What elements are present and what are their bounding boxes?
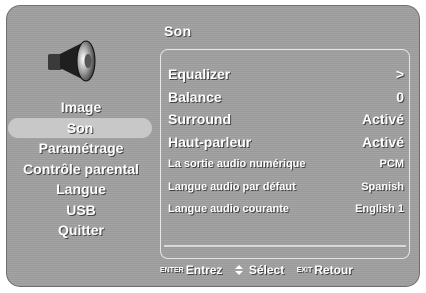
setting-row-digital-audio-out[interactable]: La sortie audio numérique PCM <box>168 153 408 176</box>
setting-value: PCM <box>379 158 404 170</box>
up-down-arrows-icon <box>234 265 243 275</box>
menu-title: Son <box>164 23 192 39</box>
setting-row-balance[interactable]: Balance 0 <box>168 86 408 109</box>
setting-label: Haut-parleur <box>168 133 252 150</box>
setting-label: Langue audio courante <box>168 203 290 215</box>
setting-label: Langue audio par défaut <box>168 180 296 193</box>
sidebar-item-parametrage[interactable]: Paramétrage <box>6 138 156 159</box>
select-hint: Sélect <box>248 263 285 277</box>
sidebar-item-son[interactable]: Son <box>8 117 152 138</box>
setting-row-surround[interactable]: Surround Activé <box>168 108 408 131</box>
enter-key-label: ENTER <box>160 267 184 274</box>
sidebar-item-image[interactable]: Image <box>6 97 156 118</box>
setting-value: English 1 <box>355 203 404 215</box>
exit-key-label: EXIT <box>296 267 313 274</box>
setting-label: La sortie audio numérique <box>168 158 306 170</box>
speaker-icon <box>48 40 96 82</box>
setting-row-equalizer[interactable]: Equalizer > <box>168 63 408 86</box>
setting-value: Spanish <box>361 180 404 193</box>
settings-list: Equalizer > Balance 0 Surround Activé Ha… <box>168 63 408 221</box>
setting-row-haut-parleur[interactable]: Haut-parleur Activé <box>168 131 408 154</box>
panel-divider <box>164 245 406 247</box>
setting-value: 0 <box>396 88 404 105</box>
setting-row-current-audio-language[interactable]: Langue audio courante English 1 <box>168 198 408 221</box>
sidebar-menu: Image Son Paramétrage Contrôle parental … <box>6 97 156 241</box>
enter-hint: Entrez <box>185 263 223 277</box>
chevron-right-icon: > <box>395 66 404 82</box>
setting-label: Surround <box>168 111 231 127</box>
sidebar-item-controle-parental[interactable]: Contrôle parental <box>6 159 156 180</box>
sidebar-item-quitter[interactable]: Quitter <box>6 220 156 241</box>
setting-label: Balance <box>168 88 222 105</box>
setting-value: Activé <box>361 133 404 150</box>
setting-value: Activé <box>361 111 404 127</box>
osd-menu-screen: Son Image Son Paramétrage Contrôle paren… <box>6 5 420 287</box>
exit-hint: Retour <box>314 263 353 277</box>
footer-hints: ENTER Entrez Sélect EXIT Retour <box>160 261 415 281</box>
sidebar-item-langue[interactable]: Langue <box>6 179 156 200</box>
setting-label: Equalizer <box>168 66 231 82</box>
setting-row-default-audio-language[interactable]: Langue audio par défaut Spanish <box>168 176 408 199</box>
sidebar-item-usb[interactable]: USB <box>6 200 156 221</box>
